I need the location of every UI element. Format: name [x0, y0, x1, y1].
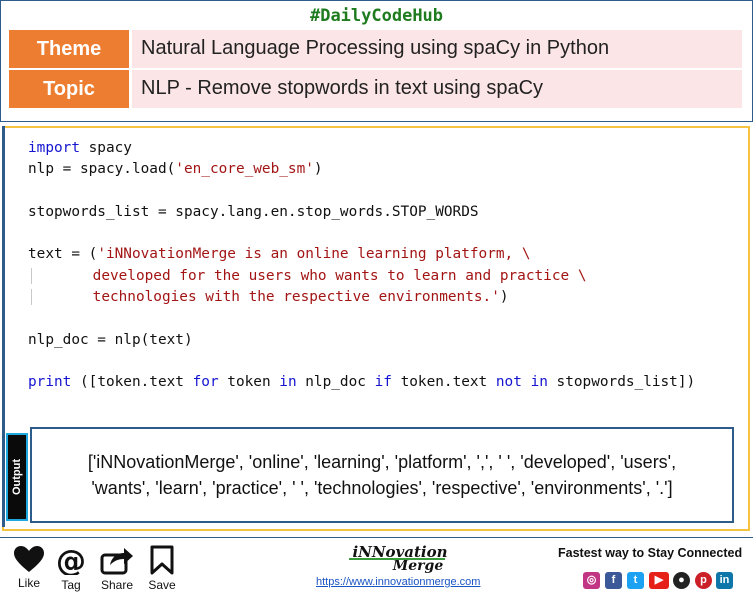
facebook-icon[interactable]: f	[605, 572, 622, 589]
code-block: import spacy nlp = spacy.load('en_core_w…	[28, 138, 695, 394]
like-action[interactable]: Like	[9, 545, 49, 590]
svg-text:@: @	[56, 545, 86, 575]
theme-label: Theme	[9, 30, 129, 68]
code-string: developed for the users who wants to lea…	[92, 267, 587, 284]
code-keyword: import	[28, 140, 80, 156]
code-text: nlp = spacy.load(	[28, 161, 176, 178]
code-text: spacy	[79, 140, 132, 156]
linkedin-icon[interactable]: in	[716, 572, 733, 589]
pinterest-icon[interactable]: p	[695, 572, 712, 589]
twitter-icon[interactable]: t	[627, 572, 644, 589]
topic-label: Topic	[9, 70, 129, 108]
topic-row: Topic NLP - Remove stopwords in text usi…	[9, 70, 742, 108]
github-icon[interactable]: ●	[673, 572, 690, 589]
instagram-icon[interactable]: ◎	[583, 572, 600, 589]
output-text: ['iNNovationMerge', 'online', 'learning'…	[32, 449, 732, 501]
code-keyword: for	[192, 374, 219, 391]
hashtag-title: #DailyCodeHub	[309, 6, 444, 26]
tag-label: Tag	[61, 578, 81, 592]
theme-value: Natural Language Processing using spaCy …	[132, 30, 742, 68]
bookmark-icon	[150, 545, 174, 575]
share-icon	[100, 548, 133, 575]
output-tab: Output	[6, 433, 28, 521]
logo-main-text: iNNovation	[352, 543, 448, 561]
theme-row: Theme Natural Language Processing using …	[9, 30, 742, 68]
share-label: Share	[100, 578, 134, 592]
brand-logo: iNNovation Merge	[345, 545, 455, 574]
code-keyword: not	[495, 374, 522, 391]
tag-action[interactable]: @ Tag	[51, 545, 91, 592]
code-keyword: in	[530, 374, 548, 391]
like-label: Like	[17, 576, 40, 590]
code-text: text = (	[28, 246, 98, 263]
code-keyword: if	[374, 374, 392, 391]
code-text: nlp_doc	[296, 374, 375, 391]
code-text: nlp_doc = nlp(text)	[28, 331, 193, 348]
code-text: )	[499, 289, 509, 306]
website-link[interactable]: https://www.innovationmerge.com	[316, 576, 480, 588]
code-text: token.text	[391, 374, 496, 391]
code-keyword: in	[279, 374, 297, 391]
code-string: 'en_core_web_sm'	[175, 161, 314, 178]
code-text: )	[313, 161, 323, 178]
at-sign-icon: @	[56, 545, 86, 575]
save-action[interactable]: Save	[142, 545, 182, 592]
code-text: ([token.text	[71, 374, 193, 391]
code-keyword: print	[28, 374, 72, 391]
footer-divider	[0, 537, 753, 538]
share-action[interactable]: Share	[97, 545, 137, 592]
logo-arrow	[349, 558, 445, 560]
heart-icon	[14, 546, 44, 572]
code-string: technologies with the respective environ…	[92, 289, 500, 306]
youtube-icon[interactable]: ▶	[649, 572, 669, 589]
output-label: Output	[11, 458, 23, 496]
code-text: token	[218, 374, 280, 391]
tagline: Fastest way to Stay Connected	[558, 546, 743, 560]
topic-value: NLP - Remove stopwords in text using spa…	[132, 70, 742, 108]
logo-sub-text: Merge	[392, 558, 444, 574]
output-panel: ['iNNovationMerge', 'online', 'learning'…	[30, 427, 734, 523]
output-line: 'wants', 'learn', 'practice', ' ', 'tech…	[91, 478, 673, 498]
code-text: stopwords_list = spacy.lang.en.stop_word…	[28, 203, 479, 220]
save-label: Save	[148, 578, 176, 592]
code-string: 'iNNovationMerge is an online learning p…	[97, 246, 531, 263]
output-line: ['iNNovationMerge', 'online', 'learning'…	[87, 452, 677, 472]
code-text: stopwords_list])	[547, 374, 696, 391]
